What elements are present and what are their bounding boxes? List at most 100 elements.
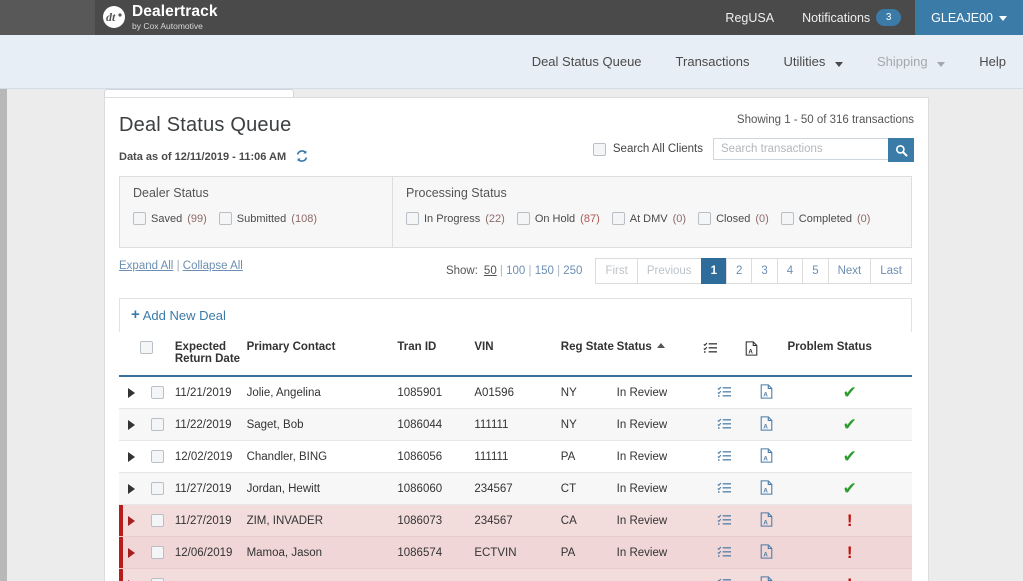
search-all-clients-checkbox[interactable]: Search All Clients xyxy=(592,142,703,156)
row-checkbox[interactable] xyxy=(150,546,164,559)
nav-utilities[interactable]: Utilities xyxy=(766,54,860,69)
row-select-cell[interactable] xyxy=(140,408,175,441)
cell-tran-id[interactable]: 1086056 xyxy=(397,440,475,473)
row-select-cell[interactable] xyxy=(140,568,175,581)
collapse-all-link[interactable]: Collapse All xyxy=(183,260,243,272)
cell-pdf[interactable]: A xyxy=(745,536,788,569)
cell-primary-contact[interactable]: Jordan, Hewitt xyxy=(246,472,398,505)
refresh-icon[interactable] xyxy=(295,149,309,165)
row-expand-cell[interactable] xyxy=(119,376,141,409)
cell-primary-contact[interactable]: Jolie, Angelina xyxy=(246,376,398,409)
pager-page-4[interactable]: 4 xyxy=(776,258,804,284)
pager-page-2[interactable]: 2 xyxy=(725,258,753,284)
row-checkbox[interactable] xyxy=(150,386,164,399)
pager-next[interactable]: Next xyxy=(827,258,872,284)
expand-row-icon[interactable] xyxy=(128,419,135,430)
cell-tran-id[interactable]: 1086060 xyxy=(397,472,475,505)
col-vin[interactable]: VIN xyxy=(474,332,561,377)
add-new-deal-button[interactable]: + Add New Deal xyxy=(131,307,226,323)
col-problem-status[interactable]: Problem Status xyxy=(787,332,912,377)
row-expand-cell[interactable] xyxy=(119,536,141,569)
table-row[interactable]: 11/22/2019 Saget, Bob 1086044 111111 NY … xyxy=(119,408,912,441)
pager-page-1[interactable]: 1 xyxy=(700,258,727,284)
pdf-icon[interactable]: A xyxy=(760,415,773,434)
row-select-cell[interactable] xyxy=(140,536,175,569)
pager-first[interactable]: First xyxy=(595,258,638,284)
table-row[interactable]: 11/27/2019 ZIM, INVADER 1086073 234567 C… xyxy=(119,504,912,537)
page-size-250[interactable]: 250 xyxy=(563,265,582,277)
filter-submitted[interactable]: Submitted (108) xyxy=(218,212,317,225)
nav-transactions[interactable]: Transactions xyxy=(659,54,767,69)
cell-checklist[interactable] xyxy=(703,472,746,505)
cell-primary-contact[interactable]: Chandler, BING xyxy=(246,440,398,473)
cell-tran-id[interactable]: 1086574 xyxy=(397,536,475,569)
cell-primary-contact[interactable]: Saget, Bob xyxy=(246,408,398,441)
checklist-icon[interactable] xyxy=(717,386,732,401)
page-size-100[interactable]: 100 xyxy=(506,265,525,277)
cell-tran-id[interactable] xyxy=(397,568,475,581)
table-row[interactable]: A ! xyxy=(119,568,912,581)
user-menu[interactable]: GLEAJE00 xyxy=(915,0,1023,35)
row-expand-cell[interactable] xyxy=(119,472,141,505)
expand-row-icon[interactable] xyxy=(128,515,135,526)
filter-on-hold[interactable]: On Hold (87) xyxy=(516,212,600,225)
row-expand-cell[interactable] xyxy=(119,408,141,441)
nav-help[interactable]: Help xyxy=(962,54,1023,69)
cell-pdf[interactable]: A xyxy=(745,440,788,473)
row-checkbox[interactable] xyxy=(150,482,164,495)
pager-page-3[interactable]: 3 xyxy=(751,258,778,284)
checklist-icon[interactable] xyxy=(717,482,732,497)
nav-deal-status-queue[interactable]: Deal Status Queue xyxy=(515,54,659,69)
pdf-icon[interactable]: A xyxy=(760,383,773,402)
pdf-icon[interactable]: A xyxy=(760,511,773,530)
cell-checklist[interactable] xyxy=(703,376,746,409)
pdf-icon[interactable]: A xyxy=(760,543,773,562)
search-button[interactable] xyxy=(888,138,914,162)
expand-row-icon[interactable] xyxy=(128,483,135,494)
row-expand-cell[interactable] xyxy=(119,440,141,473)
table-row[interactable]: 11/27/2019 Jordan, Hewitt 1086060 234567… xyxy=(119,472,912,505)
top-nav-regusa[interactable]: RegUSA xyxy=(711,0,788,35)
col-reg-state[interactable]: Reg State xyxy=(560,332,617,377)
pager-page-5[interactable]: 5 xyxy=(802,258,829,284)
cell-pdf[interactable]: A xyxy=(745,408,788,441)
row-select-cell[interactable] xyxy=(140,504,175,537)
page-size-150[interactable]: 150 xyxy=(535,265,554,277)
cell-pdf[interactable]: A xyxy=(745,504,788,537)
nav-shipping[interactable]: Shipping xyxy=(860,54,962,69)
cell-checklist[interactable] xyxy=(703,568,746,581)
cell-pdf[interactable]: A xyxy=(745,376,788,409)
cell-pdf[interactable]: A xyxy=(745,568,788,581)
pager-previous[interactable]: Previous xyxy=(636,258,702,284)
row-expand-cell[interactable] xyxy=(119,568,141,581)
dealertrack-logo[interactable]: dt Dealertrack by Cox Automotive xyxy=(103,4,218,30)
filter-completed[interactable]: Completed (0) xyxy=(780,212,870,225)
cell-tran-id[interactable]: 1085901 xyxy=(397,376,475,409)
top-nav-notifications[interactable]: Notifications 3 xyxy=(788,0,915,35)
cell-primary-contact[interactable]: ZIM, INVADER xyxy=(246,504,398,537)
filter-closed[interactable]: Closed (0) xyxy=(698,212,769,225)
col-expected-return-date[interactable]: Expected Return Date xyxy=(174,332,247,377)
row-select-cell[interactable] xyxy=(140,472,175,505)
row-select-cell[interactable] xyxy=(140,376,175,409)
cell-checklist[interactable] xyxy=(703,440,746,473)
filter-saved[interactable]: Saved (99) xyxy=(133,212,207,225)
cell-checklist[interactable] xyxy=(703,504,746,537)
pdf-icon[interactable]: A xyxy=(760,447,773,466)
expand-row-icon[interactable] xyxy=(128,547,135,558)
pager-last[interactable]: Last xyxy=(870,258,912,284)
table-row[interactable]: 12/02/2019 Chandler, BING 1086056 111111… xyxy=(119,440,912,473)
row-checkbox[interactable] xyxy=(150,450,164,463)
cell-checklist[interactable] xyxy=(703,536,746,569)
row-checkbox[interactable] xyxy=(150,418,164,431)
row-checkbox[interactable] xyxy=(150,514,164,527)
checklist-icon[interactable] xyxy=(717,514,732,529)
cell-primary-contact[interactable]: Mamoa, Jason xyxy=(246,536,398,569)
expand-all-link[interactable]: Expand All xyxy=(119,260,173,272)
table-row[interactable]: 12/06/2019 Mamoa, Jason 1086574 ECTVIN P… xyxy=(119,536,912,569)
filter-in-progress[interactable]: In Progress (22) xyxy=(406,212,505,225)
row-expand-cell[interactable] xyxy=(119,504,141,537)
filter-at-dmv[interactable]: At DMV (0) xyxy=(611,212,686,225)
col-pdf[interactable]: A xyxy=(745,332,788,377)
cell-primary-contact[interactable] xyxy=(246,568,398,581)
